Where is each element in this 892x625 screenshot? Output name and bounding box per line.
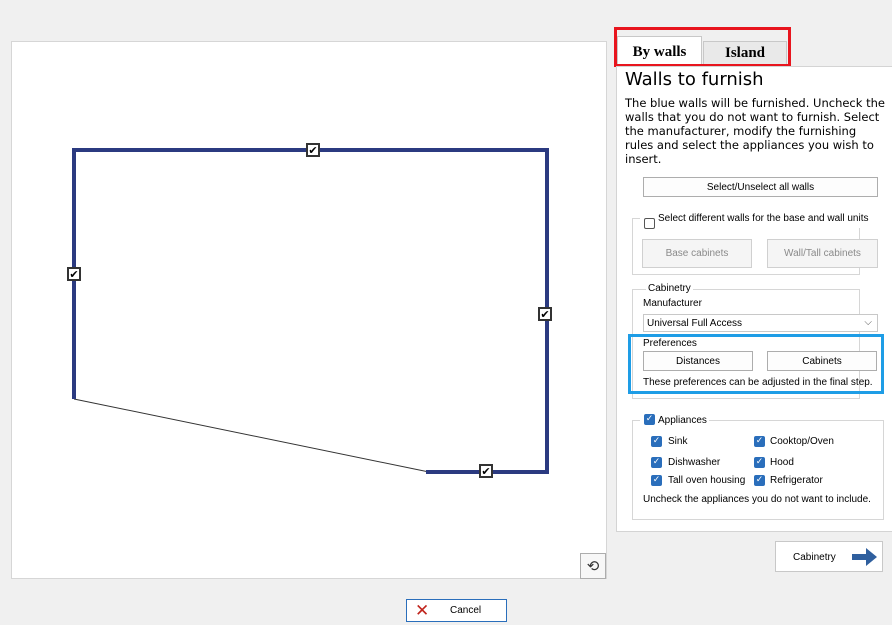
- floor-plan-drawing: [72, 148, 549, 474]
- wall-unfurnished[interactable]: [73, 398, 430, 473]
- panel-title: Walls to furnish: [625, 69, 764, 90]
- sink-label: Sink: [668, 436, 688, 447]
- rotate-icon: ⟲: [586, 558, 600, 575]
- refrigerator-checkbox[interactable]: ✓: [754, 475, 765, 486]
- appliances-note: Uncheck the appliances you do not want t…: [643, 494, 871, 505]
- cooktop-oven-label: Cooktop/Oven: [770, 436, 834, 447]
- chevron-down-icon: ⌵: [864, 317, 872, 328]
- cancel-button-label: Cancel: [450, 605, 482, 616]
- appliances-group: [632, 420, 884, 520]
- appliances-checkbox[interactable]: ✓: [644, 414, 655, 425]
- preferences-highlight-box: [628, 334, 884, 394]
- base-cabinets-button[interactable]: Base cabinets: [642, 239, 752, 268]
- different-walls-checkbox[interactable]: [644, 218, 655, 229]
- tall-oven-housing-label: Tall oven housing: [668, 475, 746, 486]
- reset-view-button[interactable]: ⟲: [580, 553, 606, 579]
- wall-checkbox-left[interactable]: ✔: [67, 267, 81, 281]
- hood-label: Hood: [770, 457, 794, 468]
- wall-checkbox-bottom[interactable]: ✔: [479, 464, 493, 478]
- cancel-button[interactable]: ✕ Cancel: [406, 599, 507, 622]
- sink-checkbox[interactable]: ✓: [651, 436, 662, 447]
- dishwasher-label: Dishwasher: [668, 457, 721, 468]
- next-cabinetry-button[interactable]: Cabinetry: [775, 541, 883, 572]
- manufacturer-value: Universal Full Access: [647, 317, 743, 329]
- manufacturer-select[interactable]: Universal Full Access ⌵: [643, 314, 878, 332]
- refrigerator-label: Refrigerator: [770, 475, 823, 486]
- panel-description: The blue walls will be furnished. Unchec…: [625, 96, 885, 166]
- walls-furnished[interactable]: [72, 148, 549, 474]
- select-all-walls-button[interactable]: Select/Unselect all walls: [643, 177, 878, 197]
- wall-tall-cabinets-button[interactable]: Wall/Tall cabinets: [767, 239, 878, 268]
- appliances-label: Appliances: [658, 415, 707, 426]
- different-walls-label: Select different walls for the base and …: [658, 213, 869, 224]
- wall-checkbox-top[interactable]: ✔: [306, 143, 320, 157]
- next-button-label: Cabinetry: [793, 552, 836, 563]
- manufacturer-label: Manufacturer: [643, 298, 702, 309]
- close-icon: ✕: [415, 601, 430, 621]
- wall-checkbox-right[interactable]: ✔: [538, 307, 552, 321]
- cooktop-oven-checkbox[interactable]: ✓: [754, 436, 765, 447]
- floor-plan-canvas[interactable]: ✔ ✔ ✔ ✔: [11, 41, 607, 579]
- tabs-highlight-box: [614, 27, 791, 67]
- dishwasher-checkbox[interactable]: ✓: [651, 457, 662, 468]
- tall-oven-housing-checkbox[interactable]: ✓: [651, 475, 662, 486]
- hood-checkbox[interactable]: ✓: [754, 457, 765, 468]
- cabinetry-legend: Cabinetry: [646, 283, 693, 294]
- arrow-right-icon: [852, 548, 877, 566]
